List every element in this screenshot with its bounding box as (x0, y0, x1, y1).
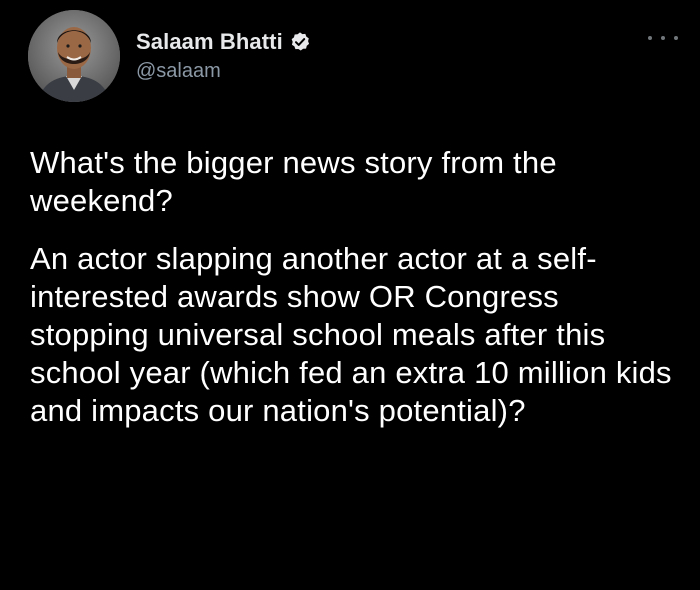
user-handle[interactable]: @salaam (136, 60, 311, 83)
display-name[interactable]: Salaam Bhatti (136, 29, 283, 55)
tweet-paragraph: An actor slapping another actor at a sel… (30, 241, 672, 428)
dot (661, 36, 665, 40)
tweet-paragraph: What's the bigger news story from the we… (30, 145, 557, 218)
tweet-card: Salaam Bhatti @salaam What's the bigger … (0, 0, 700, 590)
avatar[interactable] (28, 10, 120, 102)
dot (648, 36, 652, 40)
more-options-icon[interactable] (648, 30, 678, 46)
profile-photo-icon (28, 10, 120, 102)
dot (674, 36, 678, 40)
verified-badge-icon (289, 31, 311, 53)
user-info: Salaam Bhatti @salaam (136, 28, 311, 83)
tweet-text: What's the bigger news story from the we… (30, 144, 680, 430)
name-row: Salaam Bhatti (136, 28, 311, 56)
